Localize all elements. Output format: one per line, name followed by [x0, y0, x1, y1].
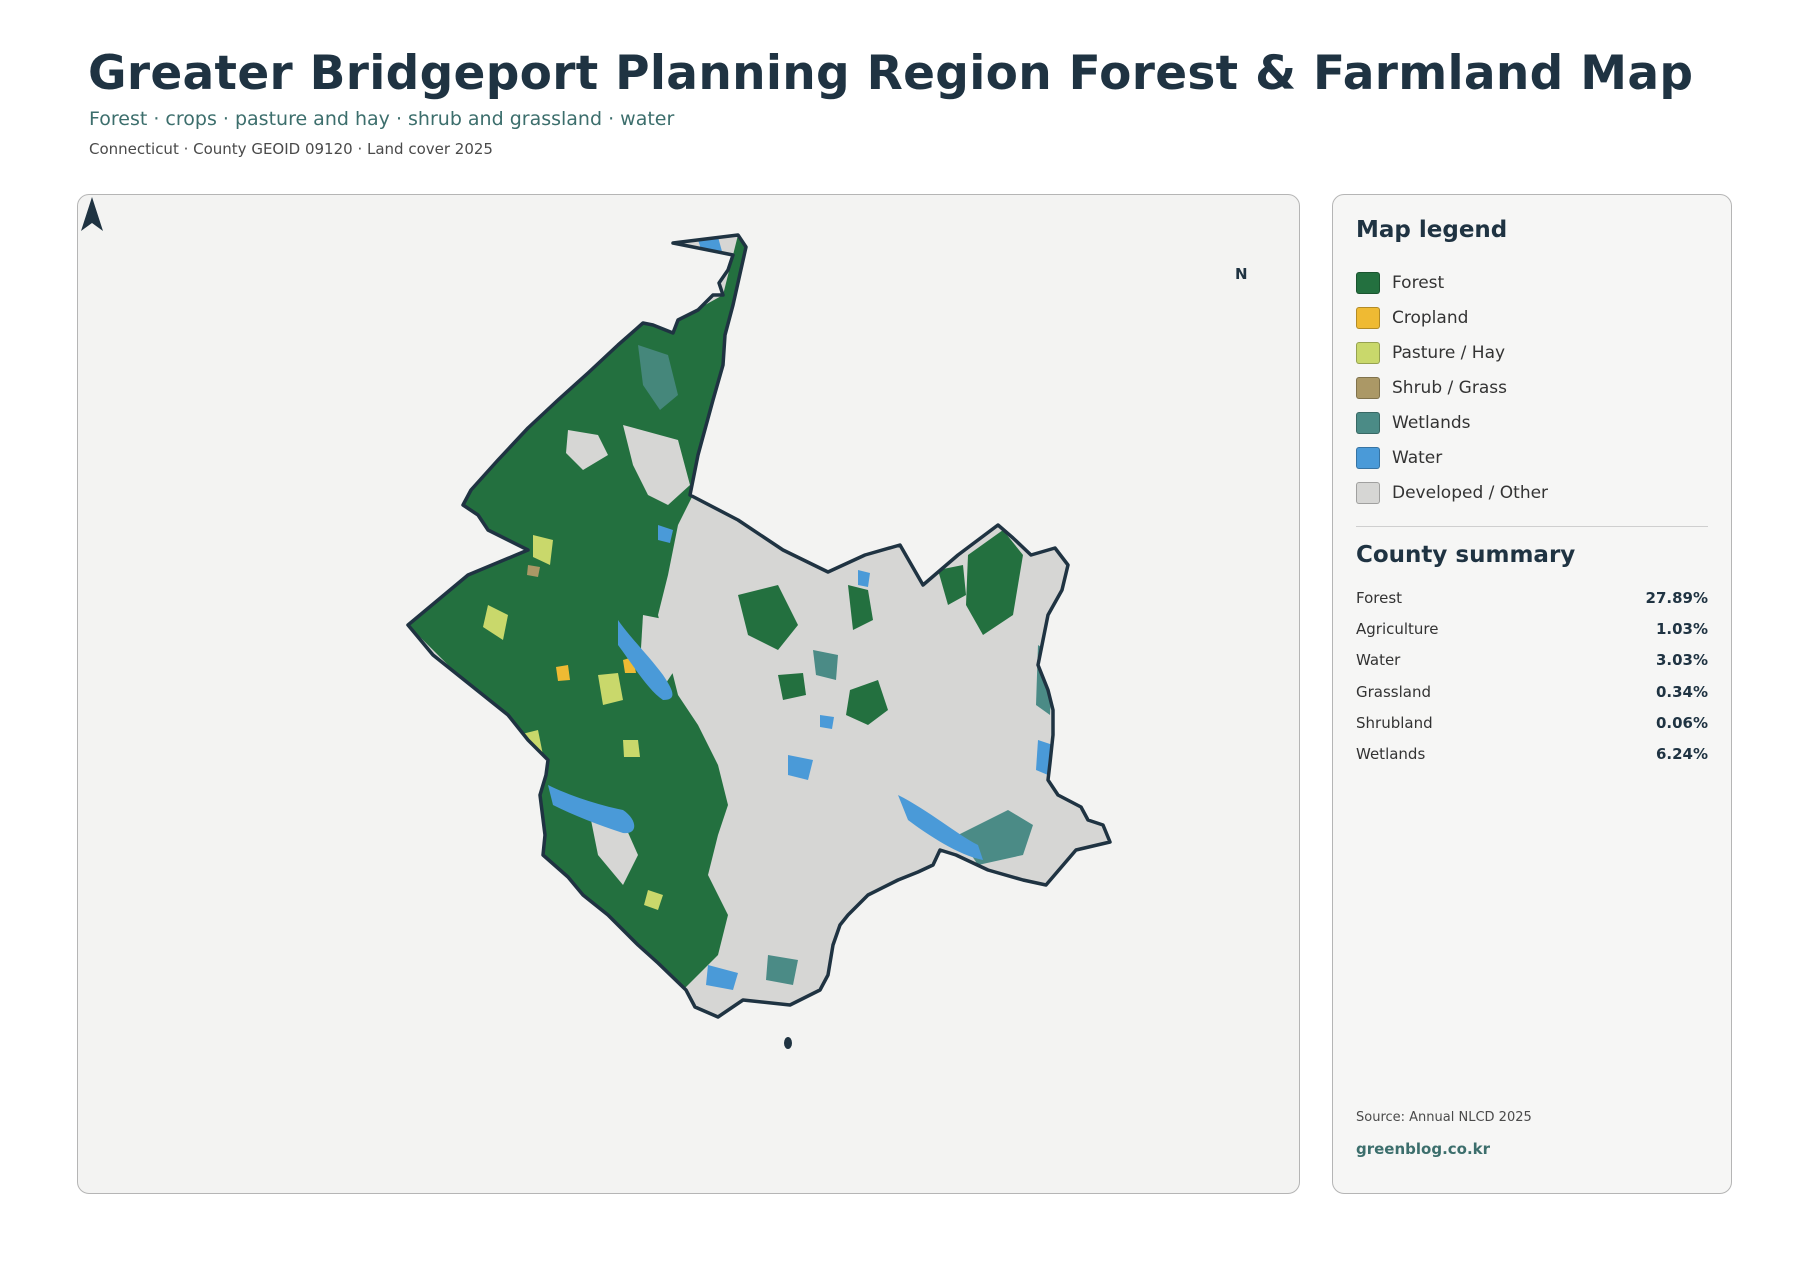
page-meta: Connecticut · County GEOID 09120 · Land …	[89, 140, 493, 158]
legend-swatch	[1356, 271, 1380, 294]
legend-swatch	[1356, 306, 1380, 329]
summary-value: 3.03%	[1655, 651, 1708, 670]
summary-label: Agriculture	[1356, 619, 1439, 638]
legend-title: Map legend	[1356, 217, 1508, 243]
summary-row-grassland: Grassland 0.34%	[1356, 676, 1708, 707]
legend-label: Water	[1392, 447, 1443, 468]
panel-divider	[1356, 526, 1708, 527]
legend-swatch	[1356, 411, 1380, 434]
legend-item-forest: Forest	[1356, 265, 1696, 300]
side-panel: Map legend Forest Cropland Pasture / Hay…	[1332, 194, 1732, 1194]
legend-swatch	[1356, 481, 1380, 504]
legend-item-cropland: Cropland	[1356, 300, 1696, 335]
north-arrow-icon	[81, 197, 103, 231]
summary-row-wetlands: Wetlands 6.24%	[1356, 738, 1708, 769]
summary-title: County summary	[1356, 542, 1576, 568]
source-note: Source: Annual NLCD 2025	[1356, 1110, 1532, 1125]
county-map[interactable]	[78, 195, 1300, 1194]
page-subtitle: Forest · crops · pasture and hay · shrub…	[89, 108, 675, 130]
summary-label: Water	[1356, 651, 1401, 670]
shrub-patch	[527, 565, 540, 577]
page-title: Greater Bridgeport Planning Region Fores…	[88, 46, 1694, 101]
summary-value: 0.34%	[1655, 682, 1708, 701]
forest-patch	[796, 525, 818, 555]
summary-label: Forest	[1356, 588, 1403, 607]
legend-item-water: Water	[1356, 440, 1696, 475]
legend-swatch	[1356, 376, 1380, 399]
map-panel[interactable]: N	[77, 194, 1300, 1194]
summary-value: 27.89%	[1645, 588, 1708, 607]
legend-item-wetlands: Wetlands	[1356, 405, 1696, 440]
summary-row-shrubland: Shrubland 0.06%	[1356, 707, 1708, 738]
pasture-patch	[686, 270, 703, 293]
water-patch	[820, 715, 834, 729]
legend-label: Wetlands	[1392, 412, 1471, 433]
wetlands-patch	[766, 955, 798, 985]
site-link[interactable]: greenblog.co.kr	[1356, 1140, 1490, 1158]
legend-label: Cropland	[1392, 307, 1469, 328]
pasture-patch	[623, 740, 640, 757]
land-cover-layer	[408, 235, 1110, 1017]
island	[784, 1037, 792, 1049]
summary-value: 1.03%	[1655, 619, 1708, 638]
legend-list: Forest Cropland Pasture / Hay Shrub / Gr…	[1356, 265, 1696, 510]
legend-label: Developed / Other	[1392, 482, 1549, 503]
summary-row-forest: Forest 27.89%	[1356, 582, 1708, 613]
summary-label: Shrubland	[1356, 713, 1433, 732]
summary-label: Wetlands	[1356, 745, 1426, 764]
legend-item-pasture-hay: Pasture / Hay	[1356, 335, 1696, 370]
legend-label: Pasture / Hay	[1392, 342, 1506, 363]
forest-patch	[753, 475, 798, 525]
summary-label: Grassland	[1356, 682, 1431, 701]
north-label: N	[1235, 265, 1248, 283]
legend-swatch	[1356, 446, 1380, 469]
summary-value: 0.06%	[1655, 713, 1708, 732]
summary-row-agriculture: Agriculture 1.03%	[1356, 613, 1708, 644]
summary-value: 6.24%	[1655, 745, 1708, 764]
legend-label: Shrub / Grass	[1392, 377, 1507, 398]
legend-swatch	[1356, 341, 1380, 364]
legend-label: Forest	[1392, 272, 1445, 293]
legend-item-developed-other: Developed / Other	[1356, 475, 1696, 510]
summary-row-water: Water 3.03%	[1356, 645, 1708, 676]
cropland-patch	[556, 665, 570, 681]
summary-table: Forest 27.89% Agriculture 1.03% Water 3.…	[1356, 582, 1708, 770]
legend-item-shrub-grass: Shrub / Grass	[1356, 370, 1696, 405]
